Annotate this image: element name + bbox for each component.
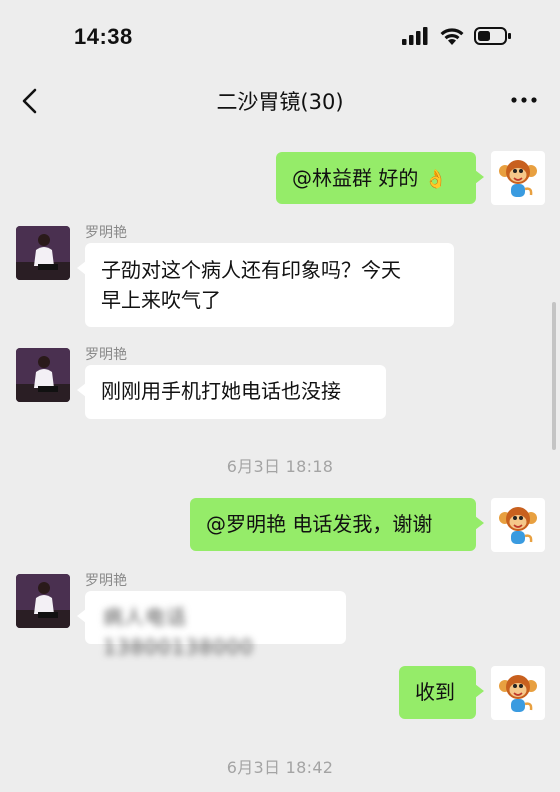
my-avatar[interactable]: [491, 498, 545, 552]
message-text-line-1: 子劭对这个病人还有印象吗？今天: [101, 258, 401, 282]
message-bubble-outgoing[interactable]: @林益群 好的 👌: [276, 152, 484, 204]
message-text: 收到: [415, 680, 455, 704]
chat-title: 二沙胃镜(30): [216, 90, 344, 114]
person-photo-icon: [16, 348, 70, 402]
person-photo-icon: [16, 226, 70, 280]
my-avatar[interactable]: [491, 666, 545, 720]
status-time: 14:38: [74, 24, 133, 49]
monkey-avatar-icon: [499, 507, 537, 544]
message-bubble-incoming[interactable]: 病人电话 13800138000: [77, 591, 346, 659]
scrollbar[interactable]: [552, 302, 556, 450]
message-text-line-2: 早上来吹气了: [101, 288, 221, 312]
message-bubble-outgoing[interactable]: @罗明艳 电话发我，谢谢: [190, 498, 484, 551]
message-text: 刚刚用手机打她电话也没接: [101, 379, 341, 403]
message-text: @罗明艳 电话发我，谢谢: [206, 512, 433, 536]
status-icons: [402, 26, 512, 46]
cellular-signal-icon: [402, 27, 428, 45]
message-timestamp: 6月3日 18:42: [226, 758, 334, 777]
my-avatar[interactable]: [491, 151, 545, 205]
blurred-phone-number: 病人电话 13800138000: [103, 605, 254, 659]
chat-messages[interactable]: @林益群 好的 👌 罗明艳 子劭对这个病人还有印象吗？今天 早上来吹气了 罗明艳…: [0, 128, 560, 792]
message-text: @林益群 好的: [292, 166, 419, 190]
battery-icon: [474, 27, 511, 45]
more-options-icon[interactable]: [510, 94, 538, 106]
wifi-icon: [440, 28, 464, 45]
sender-avatar[interactable]: [16, 348, 70, 402]
ok-hand-emoji: 👌: [424, 169, 448, 190]
sender-avatar[interactable]: [16, 226, 70, 280]
message-bubble-outgoing[interactable]: 收到: [399, 666, 484, 719]
monkey-avatar-icon: [499, 675, 537, 712]
person-photo-icon: [16, 574, 70, 628]
status-bar: 14:38: [0, 0, 560, 74]
sender-name: 罗明艳: [85, 573, 127, 589]
message-bubble-incoming[interactable]: 刚刚用手机打她电话也没接: [77, 365, 386, 419]
message-bubble-incoming[interactable]: 子劭对这个病人还有印象吗？今天 早上来吹气了: [77, 243, 454, 327]
message-timestamp: 6月3日 18:18: [226, 457, 334, 476]
sender-name: 罗明艳: [85, 225, 127, 241]
monkey-avatar-icon: [499, 160, 537, 197]
sender-name: 罗明艳: [85, 347, 127, 363]
nav-bar: 二沙胃镜(30): [0, 74, 560, 128]
sender-avatar[interactable]: [16, 574, 70, 628]
